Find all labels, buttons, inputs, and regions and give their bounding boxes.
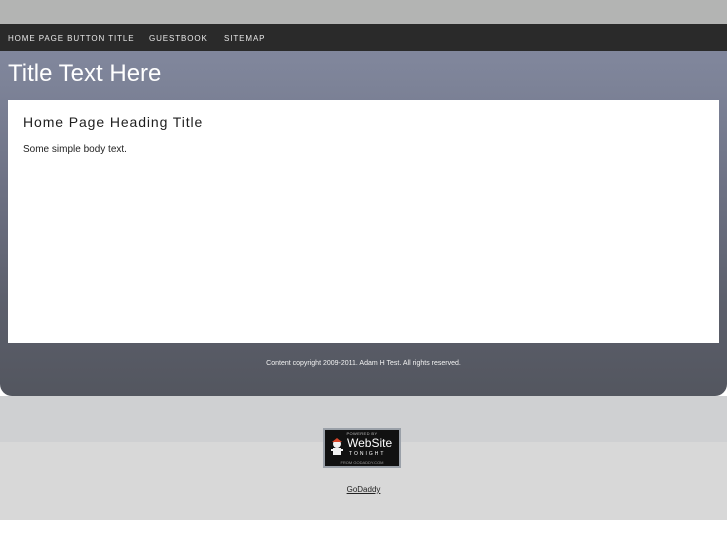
- badge-from: FROM GODADDY.COM: [340, 460, 384, 465]
- body-text: Some simple body text.: [23, 144, 127, 155]
- page-heading: Home Page Heading Title: [23, 114, 204, 130]
- content-area: Home Page Heading Title Some simple body…: [8, 100, 719, 343]
- website-tonight-badge[interactable]: POWERED BY WebSite TONIGHT FROM GODADDY.…: [323, 428, 401, 468]
- copyright-text: Content copyright 2009-2011. Adam H Test…: [266, 360, 461, 367]
- nav-item-guestbook[interactable]: GUESTBOOK: [149, 34, 208, 43]
- top-strip: [0, 0, 727, 24]
- nav-item-home[interactable]: HOME PAGE BUTTON TITLE: [8, 34, 134, 43]
- badge-website: WebSite: [347, 436, 393, 450]
- godaddy-link[interactable]: GoDaddy: [347, 485, 381, 494]
- nav-item-sitemap[interactable]: SITEMAP: [224, 34, 265, 43]
- footer-link-row: GoDaddy: [0, 485, 727, 494]
- main-navbar: HOME PAGE BUTTON TITLE GUESTBOOK SITEMAP: [0, 24, 727, 51]
- site-title: Title Text Here: [8, 60, 162, 87]
- badge-tonight: TONIGHT: [349, 451, 386, 457]
- site-container: HOME PAGE BUTTON TITLE GUESTBOOK SITEMAP…: [0, 24, 727, 396]
